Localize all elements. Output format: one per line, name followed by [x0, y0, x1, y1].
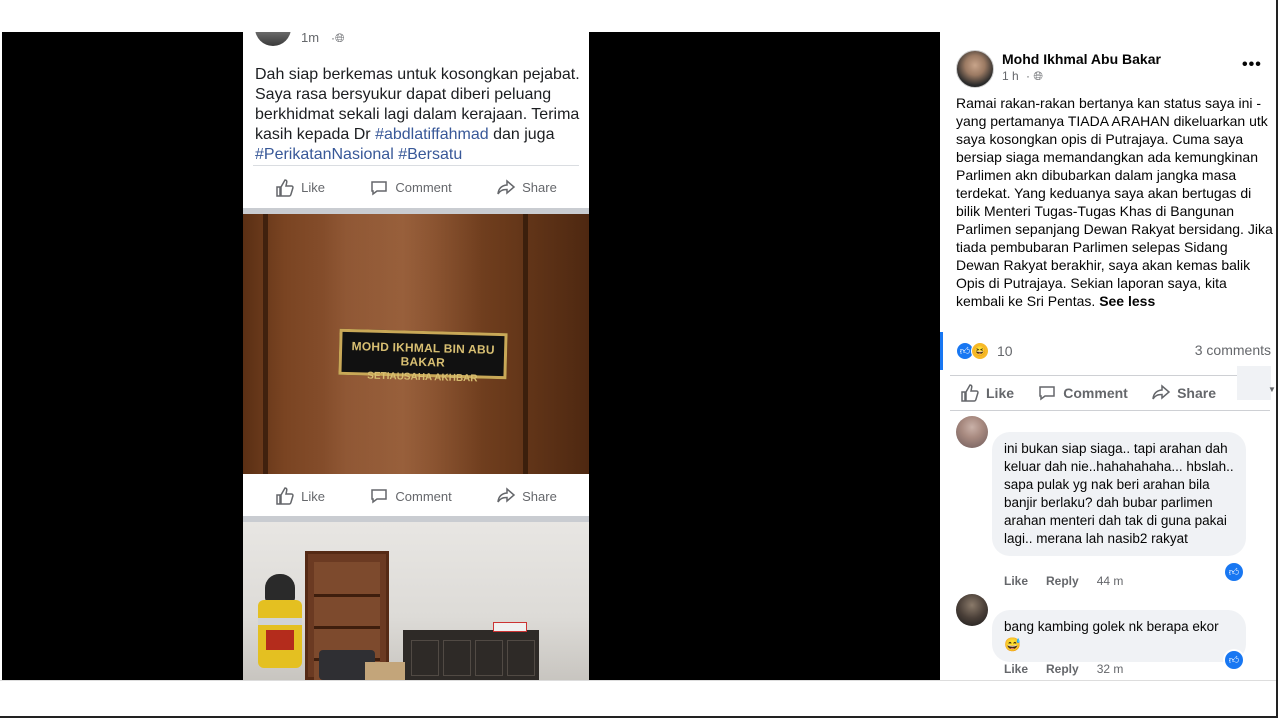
- window-frame: [0, 0, 1278, 718]
